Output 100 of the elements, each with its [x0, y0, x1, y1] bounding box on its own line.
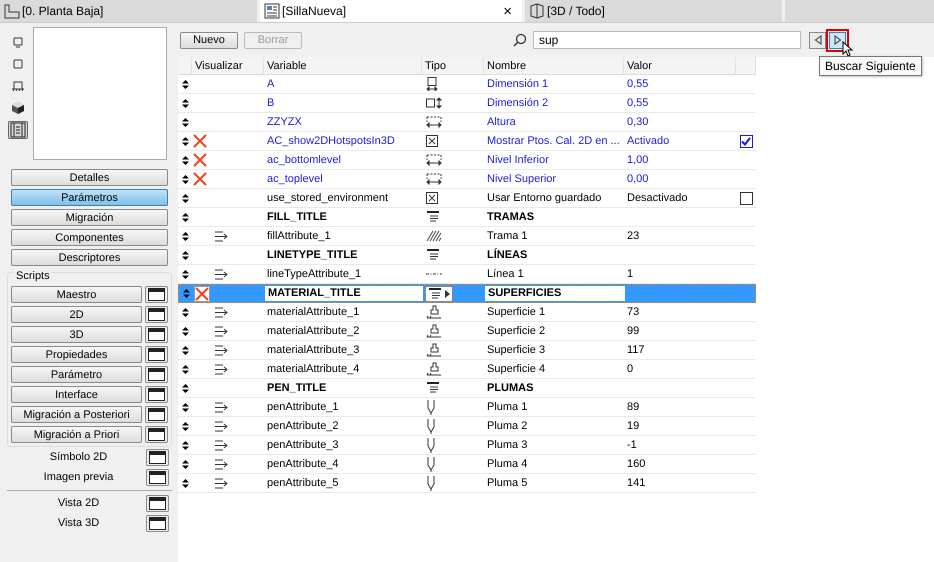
window-button[interactable] — [146, 448, 169, 466]
table-row[interactable]: penAttribute_1 Pluma 1 89 — [178, 398, 756, 417]
window-button[interactable] — [145, 306, 168, 323]
drag-handle-icon[interactable] — [182, 194, 188, 202]
script-button[interactable]: Maestro — [11, 286, 142, 303]
drag-handle-icon[interactable] — [182, 118, 188, 126]
script-button[interactable]: Interface — [11, 386, 142, 403]
parameter-name: Pluma 3 — [486, 439, 528, 451]
drag-handle-icon[interactable] — [182, 136, 188, 146]
cross-icon[interactable] — [193, 153, 207, 167]
drag-handle-icon[interactable] — [182, 326, 188, 336]
toolbar-button[interactable]: Nuevo — [180, 32, 238, 48]
drag-handle-icon[interactable] — [182, 289, 190, 298]
window-button[interactable] — [145, 346, 168, 363]
search-icon — [513, 33, 527, 47]
drag-handle-icon[interactable] — [182, 232, 188, 240]
pen-icon — [426, 476, 436, 490]
section-button[interactable]: Parámetros — [11, 189, 168, 206]
close-button[interactable]: × — [497, 2, 518, 20]
script-button[interactable]: Propiedades — [11, 346, 142, 363]
checkbox[interactable] — [740, 134, 752, 148]
drag-handle-icon[interactable] — [182, 80, 188, 88]
parameter-value: 160 — [626, 458, 646, 470]
window-icon — [149, 470, 166, 484]
table-row[interactable]: materialAttribute_3 Superficie 3 117 — [178, 341, 756, 360]
drag-handle-icon[interactable] — [182, 402, 188, 412]
search-field[interactable]: sup — [533, 31, 801, 49]
table-row[interactable]: LINETYPE_TITLE LÍNEAS — [178, 246, 756, 265]
drag-handle-icon[interactable] — [182, 270, 188, 278]
table-row[interactable]: penAttribute_4 Pluma 4 160 — [178, 455, 756, 474]
table-row[interactable]: materialAttribute_2 Superficie 2 99 — [178, 322, 756, 341]
parameter-name: Nivel Superior — [486, 173, 558, 185]
drag-handle-icon[interactable] — [182, 212, 188, 222]
script-button[interactable]: Migración a Priori — [11, 426, 142, 443]
window-button[interactable] — [145, 366, 168, 383]
drag-handle-icon[interactable] — [182, 346, 188, 354]
window-button[interactable] — [145, 326, 168, 343]
parameter-value: 99 — [626, 325, 640, 337]
window-button[interactable] — [145, 286, 168, 303]
drag-handle-icon[interactable] — [182, 460, 188, 468]
column-header[interactable]: Variable — [264, 57, 422, 74]
drag-handle-icon[interactable] — [182, 308, 188, 316]
table-row[interactable]: ac_toplevel Nivel Superior 0,00 — [178, 170, 756, 189]
document-tab[interactable]: [SillaNueva] × — [260, 0, 525, 22]
drag-handle-icon[interactable] — [182, 440, 188, 450]
drag-handle-icon[interactable] — [182, 384, 188, 392]
table-row[interactable]: B Dimensión 2 0,55 — [178, 94, 756, 113]
script-button[interactable]: 3D — [11, 326, 142, 343]
window-button[interactable] — [146, 494, 169, 512]
cross-icon[interactable] — [193, 134, 207, 148]
section-button[interactable]: Componentes — [11, 229, 168, 246]
cross-icon[interactable] — [194, 286, 210, 302]
drag-handle-icon[interactable] — [182, 156, 188, 164]
table-row[interactable]: penAttribute_2 Pluma 2 19 — [178, 417, 756, 436]
drag-handle-icon[interactable] — [182, 478, 188, 488]
drag-handle-icon[interactable] — [182, 98, 188, 108]
window-button[interactable] — [146, 514, 169, 532]
table-row[interactable]: fillAttribute_1 Trama 1 23 — [178, 227, 756, 246]
section-button[interactable]: Detalles — [11, 169, 168, 186]
drag-handle-icon[interactable] — [182, 174, 188, 184]
cube-icon — [11, 101, 25, 115]
table-row[interactable]: PEN_TITLE PLUMAS — [178, 379, 756, 398]
drag-handle-icon[interactable] — [182, 250, 188, 260]
section-button[interactable]: Migración — [11, 209, 168, 226]
drag-handle-icon[interactable] — [182, 422, 188, 430]
drag-handle-icon[interactable] — [182, 364, 188, 374]
table-row[interactable]: ac_bottomlevel Nivel Inferior 1,00 — [178, 151, 756, 170]
window-button[interactable] — [145, 406, 168, 423]
window-button[interactable] — [145, 386, 168, 403]
width-icon — [426, 77, 438, 91]
table-row[interactable]: MATERIAL_TITLE SUPERFICIES — [178, 284, 756, 303]
script-button[interactable]: Parámetro — [11, 366, 142, 383]
parameter-name: SUPERFICIES — [485, 286, 625, 301]
cross-icon[interactable] — [193, 172, 207, 186]
title-icon — [426, 382, 440, 394]
table-row[interactable]: materialAttribute_4 Superficie 4 0 — [178, 360, 756, 379]
script-button[interactable]: Migración a Posteriori — [11, 406, 142, 423]
parameter-value: -1 — [626, 439, 638, 451]
view-mode-button[interactable] — [8, 121, 28, 139]
table-row[interactable]: AC_show2DHotspotsIn3D Mostrar Ptos. Cal. 2D en ... Activado — [178, 132, 756, 151]
column-header[interactable]: Visualizar — [192, 57, 264, 74]
table-row[interactable]: penAttribute_3 Pluma 3 -1 — [178, 436, 756, 455]
column-header[interactable]: Nombre — [484, 57, 624, 74]
window-button[interactable] — [145, 426, 168, 443]
variable-name: A — [266, 78, 276, 90]
column-header[interactable]: Tipo — [422, 57, 484, 74]
table-row[interactable]: A Dimensión 1 0,55 — [178, 75, 756, 94]
script-button[interactable]: 2D — [11, 306, 142, 323]
previous-button[interactable] — [809, 32, 826, 48]
table-row[interactable]: use_stored_environment Usar Entorno guardado Desactivado — [178, 189, 756, 208]
table-row[interactable]: ZZYZX Altura 0,30 — [178, 113, 756, 132]
section-button[interactable]: Descriptores — [11, 249, 168, 266]
table-row[interactable]: FILL_TITLE TRAMAS — [178, 208, 756, 227]
table-row[interactable]: materialAttribute_1 Superficie 1 73 — [178, 303, 756, 322]
table-row[interactable]: penAttribute_5 Pluma 5 141 — [178, 474, 756, 493]
window-button[interactable] — [146, 468, 169, 486]
parameter-name: Pluma 4 — [486, 458, 528, 470]
checkbox[interactable] — [740, 192, 752, 204]
variable-name: materialAttribute_3 — [266, 344, 360, 356]
column-header[interactable]: Valor — [624, 57, 736, 74]
